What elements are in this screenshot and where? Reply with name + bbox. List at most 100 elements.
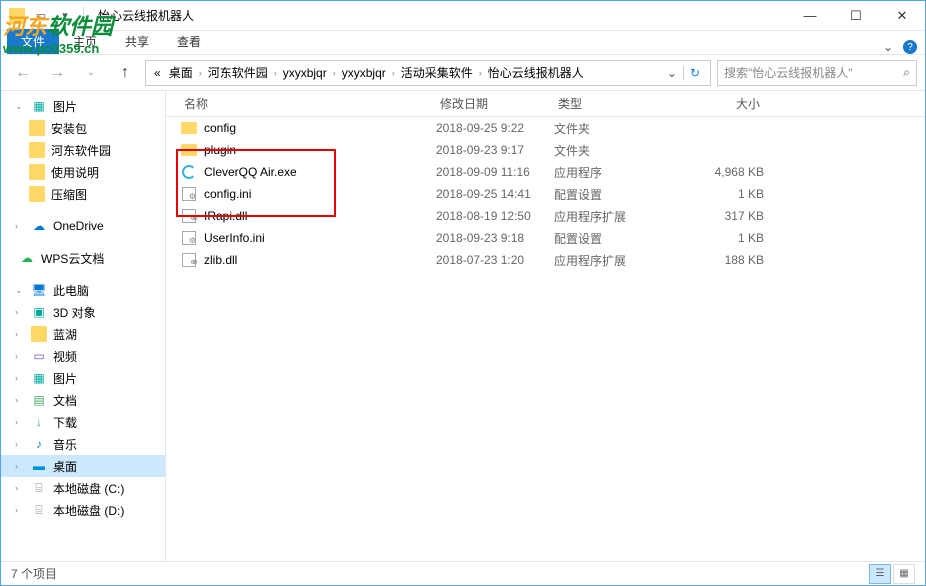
sidebar-item-folder[interactable]: 使用说明 [1, 161, 165, 183]
sidebar-item-wps[interactable]: ☁WPS云文档 [1, 247, 165, 269]
folder-icon [29, 120, 45, 136]
sidebar-item[interactable]: › ↓ 下载 [1, 411, 165, 433]
ribbon-expand-icon[interactable]: ⌄ [883, 40, 893, 54]
chevron-right-icon[interactable]: › [390, 68, 397, 78]
sidebar-item-folder[interactable]: 河东软件园 [1, 139, 165, 161]
tree-expand-icon[interactable]: › [15, 329, 25, 339]
sidebar-item-onedrive[interactable]: ›☁OneDrive [1, 215, 165, 237]
sidebar-item[interactable]: ›▦图片 [1, 367, 165, 389]
item-icon: ▣ [31, 304, 47, 320]
breadcrumb[interactable]: « 桌面 › 河东软件园 › yxyxbjqr › yxyxbjqr › 活动采… [145, 60, 711, 86]
nav-up-button[interactable]: ↑ [111, 59, 139, 87]
tree-expand-icon[interactable]: › [15, 221, 25, 231]
sidebar-item[interactable]: ›▣3D 对象 [1, 301, 165, 323]
file-row[interactable]: UserInfo.ini2018-09-23 9:18配置设置1 KB [166, 227, 925, 249]
sidebar-item-folder[interactable]: 安装包 [1, 117, 165, 139]
file-date: 2018-09-25 14:41 [436, 187, 554, 201]
file-row[interactable]: zlib.dll2018-07-23 1:20应用程序扩展188 KB [166, 249, 925, 271]
chevron-right-icon[interactable]: › [331, 68, 338, 78]
column-header-type[interactable]: 类型 [554, 95, 674, 112]
sidebar-item[interactable]: ›▭视频 [1, 345, 165, 367]
item-icon: ↓ [31, 414, 47, 430]
tree-expand-icon[interactable]: › [15, 505, 25, 515]
folder-icon [29, 142, 45, 158]
minimize-button[interactable]: — [787, 1, 833, 31]
file-row[interactable]: config.ini2018-09-25 14:41配置设置1 KB [166, 183, 925, 205]
file-row[interactable]: CleverQQ Air.exe2018-09-09 11:16应用程序4,96… [166, 161, 925, 183]
status-item-count: 7 个项目 [11, 565, 57, 582]
sidebar-item-label: 图片 [53, 370, 77, 387]
window-controls: — ☐ ✕ [787, 1, 925, 31]
nav-back-button[interactable]: ← [9, 59, 37, 87]
tree-expand-icon[interactable]: › [15, 395, 25, 405]
search-placeholder: 搜索"怡心云线报机器人" [724, 64, 853, 81]
search-icon[interactable]: ⌕ [903, 65, 910, 80]
tab-share[interactable]: 共享 [111, 29, 163, 54]
breadcrumb-item[interactable]: 怡心云线报机器人 [484, 64, 588, 81]
chevron-right-icon[interactable]: › [272, 68, 279, 78]
view-switcher: ☰ ▦ [869, 564, 915, 584]
breadcrumb-overflow[interactable]: « [150, 66, 165, 80]
sidebar-item-thispc[interactable]: ⌄🖥此电脑 [1, 279, 165, 301]
column-header-size[interactable]: 大小 [674, 95, 764, 112]
file-size: 4,968 KB [674, 165, 764, 179]
breadcrumb-item[interactable]: yxyxbjqr [338, 66, 390, 80]
item-icon: ⌸ [31, 502, 47, 518]
breadcrumb-item[interactable]: yxyxbjqr [279, 66, 331, 80]
qat-dropdown-icon[interactable]: ▾ [55, 5, 75, 27]
sidebar-item[interactable]: ›♪音乐 [1, 433, 165, 455]
sidebar-item-label: 音乐 [53, 436, 77, 453]
chevron-right-icon[interactable]: › [477, 68, 484, 78]
file-row[interactable]: IRapi.dll2018-08-19 12:50应用程序扩展317 KB [166, 205, 925, 227]
file-size: 1 KB [674, 231, 764, 245]
file-tab[interactable]: 文件 [7, 29, 59, 54]
view-details-button[interactable]: ☰ [869, 564, 891, 584]
sidebar-item[interactable]: ›⌸本地磁盘 (D:) [1, 499, 165, 521]
sidebar-item-folder[interactable]: 压缩图 [1, 183, 165, 205]
file-size: 317 KB [674, 209, 764, 223]
view-icons-button[interactable]: ▦ [893, 564, 915, 584]
tree-collapse-icon[interactable]: ⌄ [15, 101, 25, 112]
maximize-button[interactable]: ☐ [833, 1, 879, 31]
breadcrumb-dropdown-icon[interactable]: ⌄ [661, 66, 683, 80]
chevron-right-icon[interactable]: › [197, 68, 204, 78]
file-date: 2018-09-23 9:18 [436, 231, 554, 245]
tree-collapse-icon[interactable]: ⌄ [15, 285, 25, 296]
column-header-name[interactable]: 名称 [180, 95, 436, 112]
tree-expand-icon[interactable]: › [15, 461, 25, 471]
wps-icon: ☁ [19, 250, 35, 266]
pictures-icon: ▦ [31, 98, 47, 114]
sidebar-item-pictures[interactable]: ⌄▦图片 [1, 95, 165, 117]
sidebar-item[interactable]: ›▬桌面 [1, 455, 165, 477]
onedrive-icon: ☁ [31, 218, 47, 234]
column-header-date[interactable]: 修改日期 [436, 95, 554, 112]
breadcrumb-item[interactable]: 活动采集软件 [397, 64, 477, 81]
nav-forward-button[interactable]: → [43, 59, 71, 87]
tree-expand-icon[interactable]: › [15, 439, 25, 449]
tree-expand-icon[interactable]: › [15, 373, 25, 383]
sidebar-item[interactable]: ›⌸本地磁盘 (C:) [1, 477, 165, 499]
close-button[interactable]: ✕ [879, 1, 925, 31]
help-icon[interactable]: ? [903, 40, 917, 54]
file-row[interactable]: plugin2018-09-23 9:17文件夹 [166, 139, 925, 161]
file-row[interactable]: config2018-09-25 9:22文件夹 [166, 117, 925, 139]
search-input[interactable]: 搜索"怡心云线报机器人" ⌕ [717, 60, 917, 86]
properties-icon[interactable]: ▭ [31, 5, 51, 27]
nav-recent-dropdown[interactable]: ⌄ [77, 59, 105, 87]
file-name: CleverQQ Air.exe [204, 165, 436, 179]
tab-home[interactable]: 主页 [59, 29, 111, 54]
sidebar-item[interactable]: ›蓝湖 [1, 323, 165, 345]
tree-expand-icon[interactable]: › [15, 417, 25, 427]
breadcrumb-item[interactable]: 桌面 [165, 64, 197, 81]
sidebar-item[interactable]: ›▤文档 [1, 389, 165, 411]
refresh-icon[interactable]: ↻ [683, 66, 706, 80]
tree-expand-icon[interactable]: › [15, 351, 25, 361]
tab-view[interactable]: 查看 [163, 29, 215, 54]
file-date: 2018-09-23 9:17 [436, 143, 554, 157]
navigation-pane: ⌄▦图片 安装包 河东软件园 使用说明 压缩图 ›☁OneDrive ☁WPS云… [1, 91, 166, 561]
tree-expand-icon[interactable]: › [15, 307, 25, 317]
breadcrumb-item[interactable]: 河东软件园 [204, 64, 272, 81]
tree-expand-icon[interactable]: › [15, 483, 25, 493]
sidebar-item-label: 下载 [53, 414, 77, 431]
file-list-pane: 名称 修改日期 类型 大小 config2018-09-25 9:22文件夹pl… [166, 91, 925, 561]
